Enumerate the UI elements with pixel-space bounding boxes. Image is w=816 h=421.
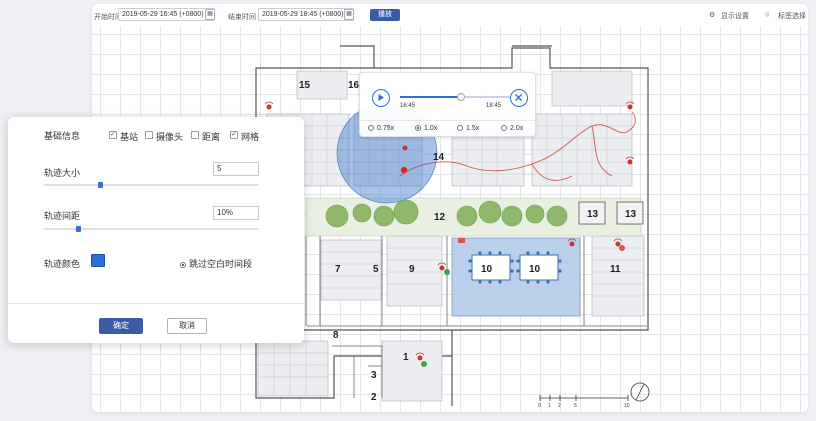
checkbox-label: 距离	[202, 132, 221, 142]
radio-icon	[415, 125, 421, 131]
playback-track[interactable]	[400, 93, 510, 101]
room-number: 14	[433, 152, 445, 163]
label-select-button[interactable]: 标签选择	[778, 11, 806, 21]
playback-start-time: 16:45	[400, 103, 416, 109]
room-number: 11	[610, 264, 621, 275]
speed-option[interactable]: 0.75x	[368, 125, 394, 132]
checkbox-base-station[interactable]: ✓	[109, 131, 117, 139]
tag-icon[interactable]: ⌂	[763, 11, 771, 19]
track-size-slider[interactable]	[44, 182, 259, 188]
room-number: 3	[371, 370, 377, 381]
room-number: 1	[403, 352, 409, 363]
room-number: 7	[335, 264, 341, 275]
room-number: 10	[481, 264, 493, 275]
confirm-button[interactable]: 确定	[99, 318, 143, 334]
checkbox-grid[interactable]: ✓	[230, 131, 238, 139]
scale-label: 1	[548, 403, 551, 409]
end-time-label: 结束时间	[228, 14, 256, 21]
basic-info-label: 基础信息	[44, 131, 81, 141]
display-settings-button[interactable]: 显示设置	[721, 11, 749, 21]
room-number: 15	[299, 80, 311, 91]
room-number: 10	[529, 264, 541, 275]
checkbox-distance[interactable]	[191, 131, 199, 139]
track-spacing-input[interactable]: 10%	[213, 206, 259, 220]
room-number: 8	[333, 330, 339, 341]
speed-option[interactable]: 2.0x	[501, 125, 523, 132]
divider	[8, 303, 304, 304]
room-number: 5	[373, 264, 379, 275]
playback-handle[interactable]	[456, 93, 465, 101]
checkbox-label: 网格	[241, 132, 260, 142]
playback-popup: 16:45 18:45 0.75x 1.0x 1.5x 2.0x	[359, 72, 537, 137]
room-number: 12	[434, 212, 446, 223]
track-size-input[interactable]: 5	[213, 162, 259, 176]
scale-label: 5	[574, 403, 577, 409]
toolbar: 开始时间 2019-05-29 16:45 (+0800) ▦ 结束时间 201…	[92, 4, 808, 26]
calendar-icon[interactable]: ▦	[205, 9, 215, 20]
play-button[interactable]: 播放	[370, 9, 400, 21]
track-color-swatch[interactable]	[91, 254, 105, 267]
start-time-input[interactable]: 2019-05-29 16:45 (+0800)	[118, 8, 215, 21]
calendar-icon[interactable]: ▦	[344, 9, 354, 20]
divider	[360, 120, 537, 121]
speed-option[interactable]: 1.0x	[415, 125, 437, 132]
track-size-label: 轨迹大小	[44, 168, 81, 178]
scale-label: 10	[624, 403, 630, 409]
radio-icon	[368, 125, 374, 131]
room-number: 16	[348, 80, 360, 91]
slider-handle[interactable]	[76, 226, 82, 232]
radio-icon	[457, 125, 463, 131]
slider-handle[interactable]	[97, 182, 103, 188]
display-settings-panel: 基础信息 ✓ 基站 摄像头 距离 ✓ 网格 轨迹大小 5 轨迹间距 10% 轨迹…	[8, 117, 304, 343]
end-time-input[interactable]: 2019-05-29 18:45 (+0800)	[258, 8, 354, 21]
playback-end-time: 18:45	[486, 103, 502, 109]
room-number: 13	[625, 209, 637, 220]
cancel-button[interactable]: 取消	[167, 318, 207, 334]
checkbox-label: 基站	[120, 132, 139, 142]
speed-option[interactable]: 1.5x	[457, 125, 479, 132]
room-number: 2	[371, 392, 377, 403]
playback-progress	[400, 96, 461, 98]
scale-label: 0	[538, 403, 541, 409]
scale-label: 2	[558, 403, 561, 409]
track-spacing-label: 轨迹间距	[44, 211, 81, 221]
settings-icon[interactable]: ⚙	[709, 11, 715, 19]
checkbox-camera[interactable]	[145, 131, 153, 139]
track-color-label: 轨迹颜色	[44, 259, 81, 269]
close-icon[interactable]	[510, 89, 528, 107]
checkbox-label: 摄像头	[156, 132, 184, 142]
radio-icon	[180, 262, 186, 268]
play-icon[interactable]	[372, 89, 390, 107]
radio-icon	[501, 125, 507, 131]
room-number: 9	[409, 264, 415, 275]
room-number: 13	[587, 209, 599, 220]
track-spacing-slider[interactable]	[44, 226, 259, 232]
skip-blank-option[interactable]: 跳过空白时间段	[180, 257, 252, 270]
